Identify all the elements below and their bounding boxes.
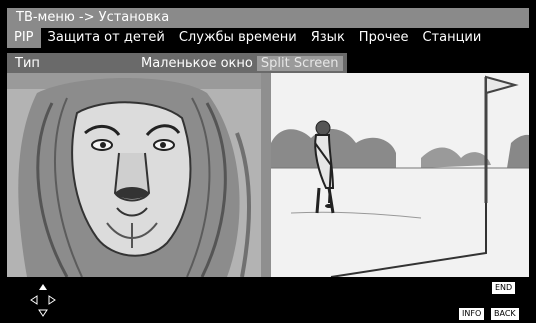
option-value-split-screen[interactable]: Split Screen: [256, 55, 343, 71]
tab-parental-lock[interactable]: Защита от детей: [41, 28, 172, 48]
bottom-bar: END INFO BACK: [7, 277, 529, 323]
info-button[interactable]: INFO: [459, 308, 485, 320]
tv-menu-screen: ТВ-меню -> Установка PIP Защита от детей…: [0, 0, 536, 323]
pip-type-option[interactable]: Тип Маленькое окно Split Screen: [7, 53, 347, 73]
tab-language[interactable]: Язык: [304, 28, 352, 48]
end-button[interactable]: END: [492, 282, 516, 294]
pip-preview: [7, 73, 529, 277]
lion-image: [7, 73, 261, 277]
option-value-small-window[interactable]: Маленькое окно: [137, 56, 257, 71]
tab-time-services[interactable]: Службы времени: [172, 28, 304, 48]
option-label: Тип: [15, 55, 40, 71]
pip-picture-golfer: [271, 73, 529, 277]
tab-other[interactable]: Прочее: [352, 28, 416, 48]
main-picture-lion: [7, 73, 261, 277]
tab-stations[interactable]: Станции: [415, 28, 488, 48]
split-divider: [261, 73, 271, 277]
golfer-image: [271, 73, 529, 277]
menu-title: ТВ-меню -> Установка: [7, 8, 529, 28]
menu-tabs: PIP Защита от детей Службы времени Язык …: [7, 28, 529, 48]
back-button[interactable]: BACK: [491, 308, 519, 320]
tab-pip[interactable]: PIP: [7, 28, 41, 48]
directional-pad-icon: [25, 282, 61, 318]
